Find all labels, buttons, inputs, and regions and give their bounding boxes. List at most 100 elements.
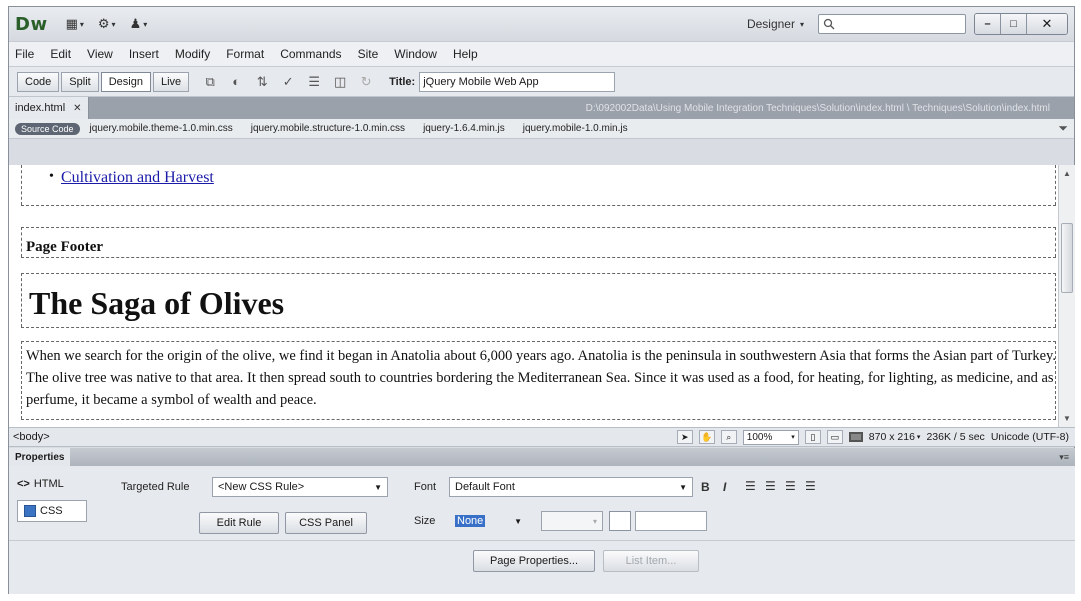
hand-tool-icon[interactable]: ✋: [698, 430, 715, 444]
dashed-border: [21, 205, 1056, 206]
close-tab-icon[interactable]: ✕: [73, 103, 81, 114]
menu-edit[interactable]: Edit: [50, 47, 71, 61]
css-mode-button[interactable]: CSS: [17, 500, 87, 522]
zoom-tool-icon[interactable]: ⌕: [720, 430, 737, 444]
menu-help[interactable]: Help: [453, 47, 478, 61]
chevron-down-icon: ▾: [791, 434, 795, 441]
design-scrollbar[interactable]: ▲ ▼: [1058, 165, 1075, 427]
align-left-icon[interactable]: ☰: [745, 479, 756, 493]
menu-commands[interactable]: Commands: [280, 47, 341, 61]
workspace-switcher[interactable]: Designer ▾: [747, 17, 804, 31]
align-justify-icon[interactable]: ☰: [805, 479, 816, 493]
browser-compatibility-icon[interactable]: ☰: [303, 73, 325, 91]
design-view-button[interactable]: Design: [100, 71, 151, 92]
layout-menu-icon[interactable]: ▦ ▾: [66, 16, 84, 32]
w3c-validation-icon[interactable]: ✓: [277, 73, 299, 91]
menu-site[interactable]: Site: [358, 47, 379, 61]
dashed-border: [21, 341, 1056, 342]
search-icon: [823, 18, 835, 30]
scrollbar-thumb[interactable]: [1061, 223, 1073, 293]
file-management-icon[interactable]: ⇅: [251, 73, 273, 91]
html-mode-button[interactable]: <> HTML: [17, 478, 64, 490]
filter-icon[interactable]: ⏷: [1058, 121, 1068, 136]
refresh-icon[interactable]: ↻: [355, 73, 377, 91]
css-mode-label: CSS: [40, 505, 63, 517]
related-file[interactable]: jquery.mobile.structure-1.0.min.css: [251, 123, 405, 134]
related-file[interactable]: jquery-1.6.4.min.js: [423, 123, 505, 134]
align-center-icon[interactable]: ☰: [765, 479, 776, 493]
close-button[interactable]: ✕: [1027, 14, 1067, 34]
properties-tab[interactable]: Properties: [9, 448, 71, 466]
menu-view[interactable]: View: [87, 47, 113, 61]
font-select[interactable]: Default Font ▼: [449, 477, 693, 497]
encoding: Unicode (UTF-8): [990, 431, 1069, 443]
status-bar: <body> ➤ ✋ ⌕ 100% ▾ ▯ ▭ 870 x 216 ▾ 236K…: [9, 427, 1075, 447]
cultivation-link[interactable]: Cultivation and Harvest: [61, 169, 214, 186]
design-view[interactable]: • Cultivation and Harvest Page Footer Th…: [9, 165, 1058, 427]
size-select[interactable]: None ▼: [449, 511, 537, 531]
properties-panel-header: Properties ▾≡: [9, 448, 1075, 466]
dashed-border: [1055, 273, 1056, 327]
code-view-button[interactable]: Code: [17, 71, 60, 92]
dreamweaver-window: Dw ▦ ▾ ⚙ ▾ ♟ ▾ Designer ▾ – □ ✕ File Edit V…: [8, 6, 1075, 594]
panel-divider: [9, 540, 1075, 541]
related-file[interactable]: jquery.mobile-1.0.min.js: [523, 123, 628, 134]
window-size[interactable]: 870 x 216: [869, 431, 915, 443]
menu-file[interactable]: File: [15, 47, 34, 61]
menu-window[interactable]: Window: [394, 47, 437, 61]
minimize-button[interactable]: –: [975, 14, 1001, 34]
zoom-select[interactable]: 100% ▾: [742, 429, 799, 445]
menu-bar: File Edit View Insert Modify Format Comm…: [9, 41, 1074, 67]
list-item-button[interactable]: List Item...: [603, 550, 699, 572]
align-right-icon[interactable]: ☰: [785, 479, 796, 493]
file-tab-index[interactable]: index.html ✕: [9, 97, 89, 119]
maximize-button[interactable]: □: [1001, 14, 1027, 34]
page-title-input[interactable]: jQuery Mobile Web App: [419, 71, 616, 92]
app-logo: Dw: [15, 13, 48, 35]
scroll-down-arrow-icon[interactable]: ▼: [1063, 414, 1071, 423]
menu-modify[interactable]: Modify: [175, 47, 210, 61]
zoom-value: 100%: [746, 431, 773, 443]
size-unit-select[interactable]: ▾: [541, 511, 603, 531]
text-color-input[interactable]: [635, 511, 707, 531]
dashed-border: [21, 327, 1056, 328]
chevron-down-icon: ▾: [592, 516, 597, 526]
visual-aids-icon[interactable]: ◫: [329, 73, 351, 91]
dashed-border: [21, 419, 1056, 420]
scroll-up-arrow-icon[interactable]: ▲: [1063, 169, 1071, 178]
help-search-input[interactable]: [818, 14, 966, 34]
dashed-border: [21, 165, 22, 205]
page-heading: The Saga of Olives: [29, 285, 285, 321]
related-file[interactable]: jquery.mobile.theme-1.0.min.css: [90, 123, 233, 134]
mobile-size-icon[interactable]: ▯: [804, 430, 821, 444]
window-controls: – □ ✕: [974, 13, 1068, 35]
multiscreen-icon[interactable]: ⧉: [199, 73, 221, 91]
olive-paragraph: When we search for the origin of the oli…: [26, 348, 1056, 408]
page-properties-button[interactable]: Page Properties...: [473, 550, 595, 572]
bold-button[interactable]: B: [701, 480, 710, 494]
site-menu-icon[interactable]: ♟ ▾: [130, 16, 148, 32]
source-code-button[interactable]: Source Code: [15, 122, 80, 135]
tag-selector[interactable]: <body>: [13, 431, 50, 443]
menu-format[interactable]: Format: [226, 47, 264, 61]
select-tool-icon[interactable]: ➤: [676, 430, 693, 444]
targeted-rule-value: <New CSS Rule>: [218, 481, 305, 493]
targeted-rule-select[interactable]: <New CSS Rule> ▼: [212, 477, 388, 497]
chevron-down-icon: ▼: [374, 482, 382, 492]
menu-insert[interactable]: Insert: [129, 47, 159, 61]
extend-menu-icon[interactable]: ⚙ ▾: [98, 16, 116, 32]
title-bar: Dw ▦ ▾ ⚙ ▾ ♟ ▾ Designer ▾ – □ ✕: [9, 7, 1074, 41]
css-icon: [24, 505, 36, 517]
html-mode-label: HTML: [33, 478, 64, 490]
css-panel-button[interactable]: CSS Panel: [285, 512, 367, 534]
italic-button[interactable]: I: [723, 480, 726, 494]
panel-options-icon[interactable]: ▾≡: [1059, 452, 1069, 463]
live-view-button[interactable]: Live: [152, 71, 190, 92]
desktop-size-icon[interactable]: [848, 432, 863, 442]
split-view-button[interactable]: Split: [61, 71, 99, 92]
chevron-down-icon: ▾: [916, 434, 921, 441]
edit-rule-button[interactable]: Edit Rule: [199, 512, 279, 534]
preview-browser-icon[interactable]: ◐: [225, 73, 247, 91]
tablet-size-icon[interactable]: ▭: [826, 430, 843, 444]
text-color-swatch[interactable]: [609, 511, 631, 531]
